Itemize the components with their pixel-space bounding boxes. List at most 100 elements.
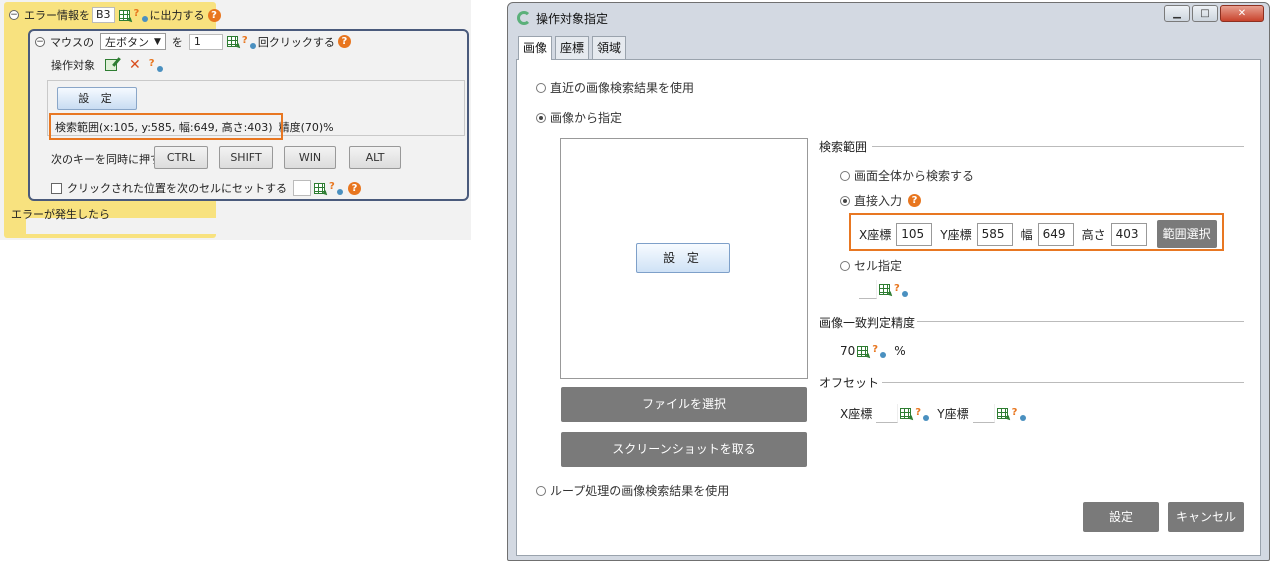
collapse-icon[interactable]: − <box>35 36 45 47</box>
image-settings-button[interactable]: 設 定 <box>636 243 730 273</box>
ctrl-key-button[interactable]: CTRL <box>154 146 208 169</box>
edit-icon[interactable] <box>105 59 117 71</box>
accuracy-unit: % <box>894 344 906 358</box>
variable-help-icon[interactable]: ? <box>329 181 343 195</box>
search-range-group-label: 検索範囲 <box>819 140 868 154</box>
minimize-button[interactable]: ▁ <box>1164 5 1190 22</box>
variable-help-icon[interactable]: ? <box>894 283 908 297</box>
click-count-input[interactable]: 1 <box>188 33 223 50</box>
recent-result-radio[interactable] <box>536 82 546 93</box>
offset-x-input[interactable] <box>876 404 899 423</box>
dialog-title: 操作対象指定 <box>536 12 609 26</box>
win-key-button[interactable]: WIN <box>284 146 336 169</box>
position-cell-input[interactable] <box>293 180 311 196</box>
cell-field: ? <box>859 280 910 299</box>
full-screen-option[interactable]: 画面全体から検索する <box>840 167 974 184</box>
take-screenshot-button[interactable]: スクリーンショットを取る <box>561 432 807 467</box>
accuracy-group-label: 画像一致判定精度 <box>819 316 916 330</box>
collapse-icon[interactable]: − <box>9 10 19 20</box>
group-divider <box>882 382 1244 383</box>
cell-label: セル指定 <box>854 259 903 273</box>
group-divider <box>917 321 1244 322</box>
mouse-wo: を <box>171 35 183 49</box>
variable-help-icon[interactable]: ? <box>1012 407 1026 421</box>
loop-result-radio[interactable] <box>536 485 546 496</box>
width-label: 幅 <box>1020 227 1033 242</box>
variable-help-icon[interactable]: ? <box>915 407 930 421</box>
offset-y-input[interactable] <box>972 404 995 423</box>
cell-radio[interactable] <box>840 260 850 271</box>
mouse-prefix: マウスの <box>50 35 94 49</box>
full-screen-label: 画面全体から検索する <box>854 169 975 183</box>
help-icon[interactable]: ? <box>908 194 922 207</box>
direct-input-radio[interactable] <box>840 195 850 206</box>
offset-y-label: Y座標 <box>937 407 969 421</box>
coordinates-row: X座標 105 Y座標 585 幅 649 高さ 403 範囲選択 <box>859 220 1217 248</box>
direct-input-label: 直接入力 <box>854 194 903 208</box>
group-divider <box>872 146 1244 147</box>
cell-input[interactable] <box>859 280 877 299</box>
accuracy-input[interactable]: 70 <box>840 344 855 358</box>
set-position-label: クリックされた位置を次のセルにセットする <box>67 182 287 195</box>
cell-picker-icon[interactable] <box>900 408 912 419</box>
target-row: 操作対象 ✕ ? <box>51 57 165 73</box>
maximize-button[interactable]: □ <box>1192 5 1218 22</box>
help-icon[interactable]: ? <box>337 35 351 48</box>
range-select-button[interactable]: 範囲選択 <box>1156 220 1217 248</box>
delete-icon[interactable]: ✕ <box>129 57 141 73</box>
cell-picker-icon[interactable] <box>996 408 1008 419</box>
variable-help-icon[interactable]: ? <box>134 8 148 22</box>
offset-group-label: オフセット <box>819 376 880 390</box>
left-settings-button[interactable]: 設 定 <box>57 87 137 110</box>
tab-coordinates[interactable]: 座標 <box>555 36 590 59</box>
width-input[interactable]: 649 <box>1037 222 1074 246</box>
target-label: 操作対象 <box>51 59 95 72</box>
error-output-suffix: に出力する <box>149 9 205 22</box>
variable-help-icon[interactable]: ? <box>242 35 256 49</box>
help-icon[interactable]: ? <box>207 8 221 22</box>
recent-result-option[interactable]: 直近の画像検索結果を使用 <box>536 79 694 96</box>
y-input[interactable]: 585 <box>976 222 1013 246</box>
recent-result-label: 直近の画像検索結果を使用 <box>550 81 695 95</box>
loop-result-option[interactable]: ループ処理の画像検索結果を使用 <box>536 482 729 499</box>
full-screen-radio[interactable] <box>840 170 850 181</box>
cancel-button[interactable]: キャンセル <box>1168 502 1244 532</box>
alt-key-button[interactable]: ALT <box>349 146 401 169</box>
mouse-button-value: 左ボタン <box>105 35 149 49</box>
chevron-down-icon: ▼ <box>154 36 161 47</box>
ok-button[interactable]: 設定 <box>1083 502 1159 532</box>
tab-image[interactable]: 画像 <box>518 36 553 60</box>
mouse-click-row: − マウスの 左ボタン ▼ を 1 ? 回クリックする ? <box>35 33 351 50</box>
mouse-suffix: 回クリックする <box>257 35 335 49</box>
accuracy-summary: 精度(70)% <box>278 121 334 134</box>
from-image-radio[interactable] <box>536 112 546 123</box>
direct-input-option[interactable]: 直接入力 ? <box>840 192 922 209</box>
select-file-button[interactable]: ファイルを選択 <box>561 387 807 422</box>
y-label: Y座標 <box>940 227 972 242</box>
tab-region[interactable]: 領域 <box>592 36 627 59</box>
shift-key-button[interactable]: SHIFT <box>219 146 273 169</box>
set-position-row: クリックされた位置を次のセルにセットする ? ? <box>51 180 361 196</box>
mouse-button-select[interactable]: 左ボタン ▼ <box>100 33 166 50</box>
x-label: X座標 <box>859 227 892 242</box>
search-range-highlight <box>49 113 283 140</box>
x-input[interactable]: 105 <box>896 222 933 246</box>
error-output-prefix: エラー情報を <box>24 9 90 22</box>
cell-picker-icon[interactable] <box>226 36 238 47</box>
from-image-option[interactable]: 画像から指定 <box>536 109 622 126</box>
cell-picker-icon[interactable] <box>314 182 325 194</box>
cell-option[interactable]: セル指定 <box>840 257 902 274</box>
cell-picker-icon[interactable] <box>879 284 890 295</box>
offset-row: X座標 ? Y座標 ? <box>840 404 1028 423</box>
keys-label: 次のキーを同時に押す <box>51 153 161 166</box>
help-icon[interactable]: ? <box>348 181 361 195</box>
cell-picker-icon[interactable] <box>857 345 869 357</box>
error-cell-input[interactable]: B3 <box>92 7 115 23</box>
offset-x-label: X座標 <box>840 407 873 421</box>
height-input[interactable]: 403 <box>1110 222 1147 246</box>
variable-help-icon[interactable]: ? <box>149 58 163 72</box>
set-position-checkbox[interactable] <box>51 182 62 194</box>
close-button[interactable]: ✕ <box>1220 5 1264 22</box>
variable-help-icon[interactable]: ? <box>872 344 887 358</box>
cell-picker-icon[interactable] <box>118 9 130 21</box>
